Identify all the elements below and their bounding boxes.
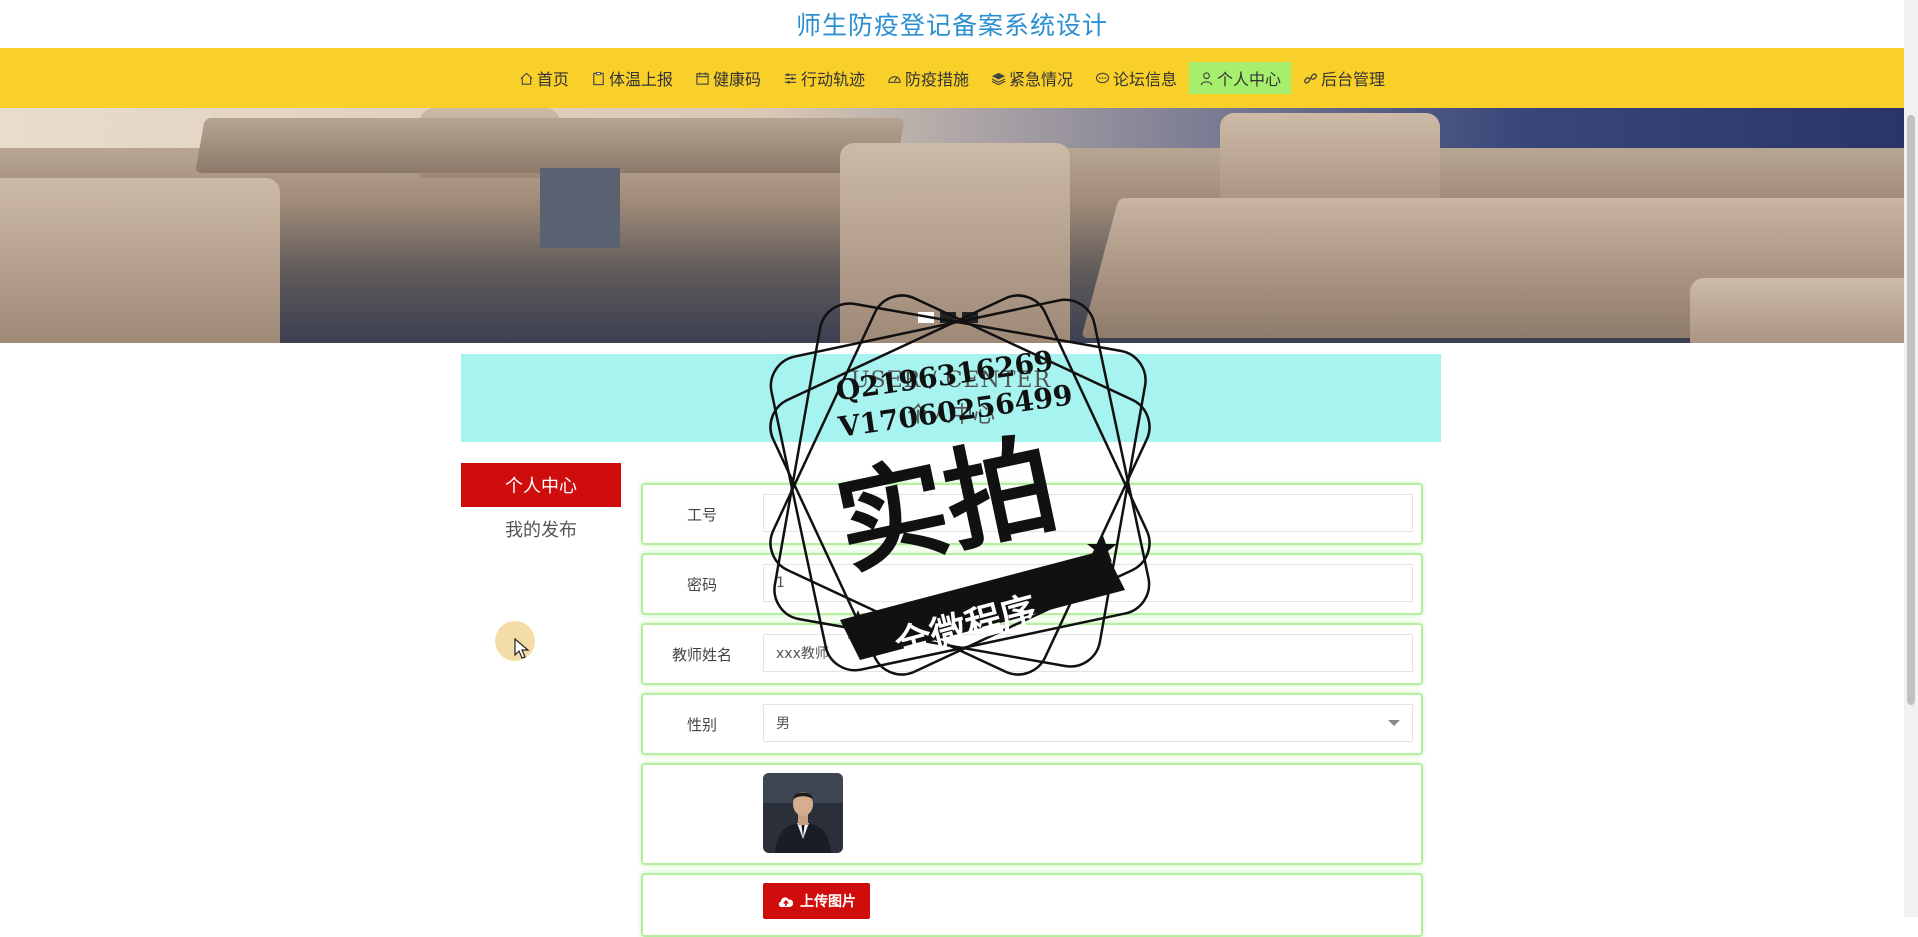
user-center-cn-title: 个人中心 <box>906 402 995 428</box>
xingming-label: 教师姓名 <box>671 646 732 664</box>
nav-item-user-center[interactable]: 个人中心 <box>1189 62 1292 94</box>
form-row-upload: 上传图片 <box>641 873 1423 937</box>
nav-item-measures[interactable]: 防疫措施 <box>877 62 979 94</box>
main-nav: 首页 体温上报 健康码 行动轨迹 防疫措施 紧急情况 论坛信息 个人中心 后台管… <box>0 48 1904 108</box>
mima-input[interactable]: 1 <box>763 564 1413 602</box>
nav-item-temperature[interactable]: 体温上报 <box>581 62 683 94</box>
nav-item-emergency[interactable]: 紧急情况 <box>981 62 1083 94</box>
form-row-xingbie: 性别 男 <box>641 693 1423 755</box>
form-row-photo <box>641 763 1423 865</box>
sidebar-item-my-posts[interactable]: 我的发布 <box>461 507 621 551</box>
xingming-input[interactable]: xxx教师 <box>763 634 1413 672</box>
user-center-en-title: USER / CENTER <box>850 367 1052 393</box>
xingbie-value: 男 <box>776 716 790 732</box>
nav-item-health-code[interactable]: 健康码 <box>685 62 771 94</box>
nav-label: 防疫措施 <box>904 70 969 89</box>
banner-chair <box>1690 278 1904 343</box>
carousel-dot[interactable] <box>962 312 978 323</box>
nav-item-track[interactable]: 行动轨迹 <box>773 62 875 94</box>
nav-label: 个人中心 <box>1217 70 1282 89</box>
page-scrollbar[interactable] <box>1904 0 1918 917</box>
nav-item-home[interactable]: 首页 <box>509 62 579 94</box>
avatar-image <box>763 773 843 853</box>
avatar <box>763 773 843 853</box>
user-icon <box>1200 71 1213 85</box>
chevron-down-icon <box>1388 720 1400 726</box>
nav-item-forum[interactable]: 论坛信息 <box>1085 62 1187 94</box>
sidebar-item-user-center[interactable]: 个人中心 <box>461 463 621 507</box>
carousel-dot[interactable] <box>940 312 956 323</box>
nav-item-admin[interactable]: 后台管理 <box>1293 62 1395 94</box>
nav-label: 体温上报 <box>608 70 673 89</box>
scrollbar-thumb[interactable] <box>1907 115 1915 705</box>
nav-label: 行动轨迹 <box>800 70 865 89</box>
home-icon <box>520 72 533 85</box>
nav-label: 首页 <box>536 70 569 89</box>
gonghao-label: 工号 <box>686 506 717 524</box>
banner-carousel[interactable] <box>0 108 1904 343</box>
xingbie-select[interactable]: 男 <box>763 704 1413 742</box>
chat-icon <box>1095 72 1110 83</box>
sliders-icon <box>784 72 797 84</box>
mouse-cursor-icon <box>514 638 530 659</box>
form-row-xingming: 教师姓名 xxx教师 <box>641 623 1423 685</box>
carousel-indicators <box>918 312 978 323</box>
cloud-upload-icon <box>778 897 794 907</box>
form-row-gonghao: 工号 <box>641 483 1423 545</box>
mima-label: 密码 <box>686 576 717 594</box>
calendar-icon <box>696 71 709 85</box>
nav-label: 健康码 <box>712 70 761 89</box>
nav-label: 后台管理 <box>1321 70 1386 89</box>
nav-label: 论坛信息 <box>1113 70 1178 89</box>
user-center-header: USER / CENTER 个人中心 <box>461 354 1441 442</box>
carousel-dot[interactable] <box>918 312 934 323</box>
xingbie-label: 性别 <box>686 716 717 734</box>
upload-image-button[interactable]: 上传图片 <box>763 883 870 919</box>
banner-desk <box>195 118 905 173</box>
banner-desk-leg <box>540 168 620 248</box>
upload-label: 上传图片 <box>800 894 856 910</box>
form-row-mima: 密码 1 <box>641 553 1423 615</box>
gonghao-input[interactable] <box>763 494 1413 532</box>
clipboard-icon <box>593 71 604 85</box>
layers-icon <box>991 72 1006 85</box>
site-title: 师生防疫登记备案系统设计 <box>795 11 1108 40</box>
banner-chair <box>0 178 280 343</box>
link-icon <box>1304 72 1318 84</box>
gauge-icon <box>888 75 901 83</box>
nav-label: 紧急情况 <box>1009 70 1074 89</box>
